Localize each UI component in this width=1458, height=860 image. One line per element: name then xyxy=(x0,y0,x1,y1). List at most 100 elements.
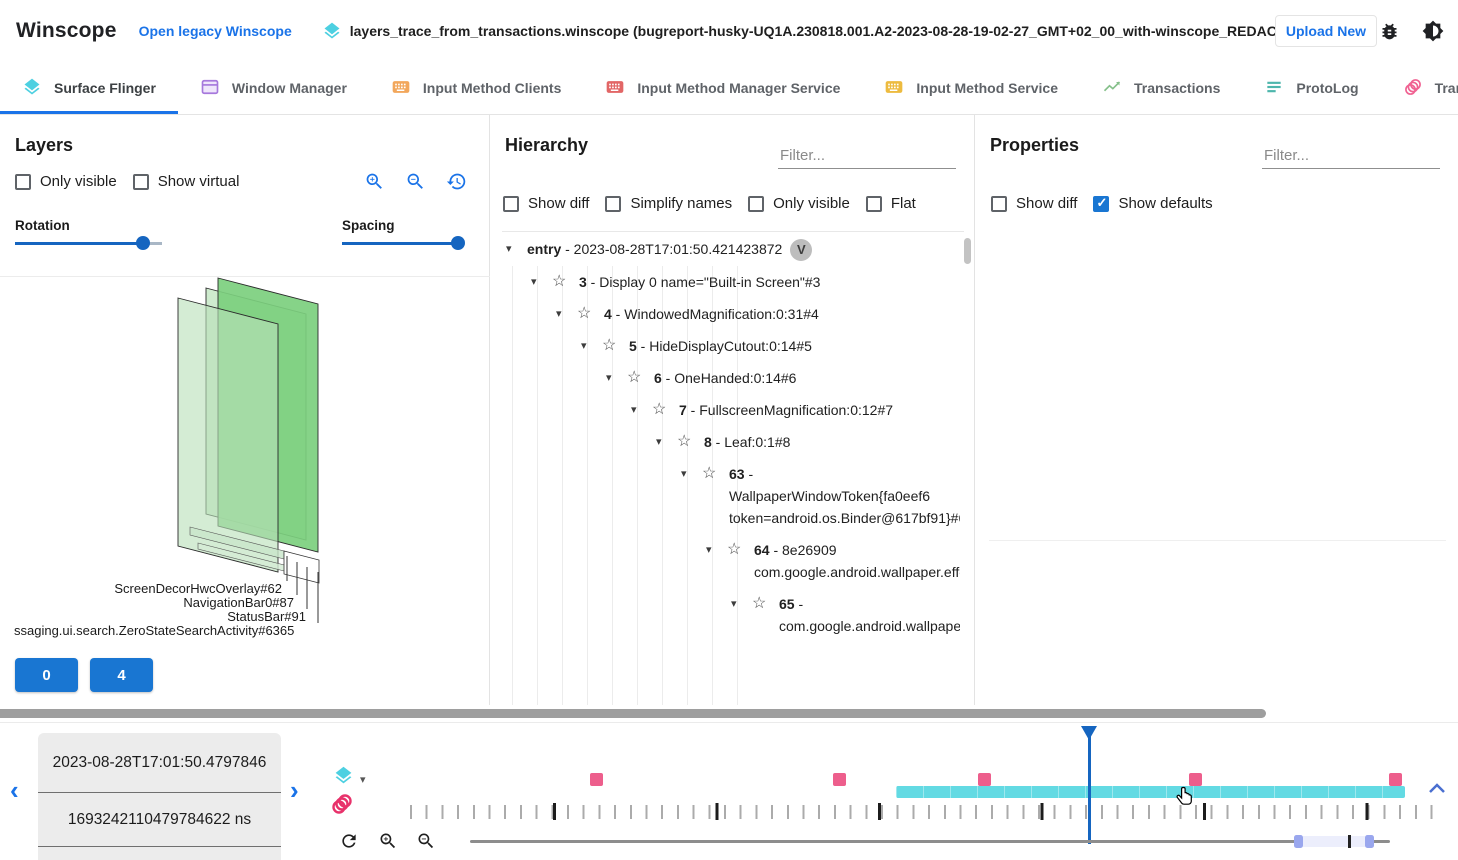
transition-marker[interactable] xyxy=(833,773,846,786)
tab-input-method-manager-service[interactable]: Input Method Manager Service xyxy=(583,62,862,114)
pin-star-icon[interactable] xyxy=(552,271,579,293)
show-diff-checkbox[interactable]: Show diff xyxy=(991,195,1077,212)
tree-row[interactable]: 65 - com.google.android.wallpaper.effect… xyxy=(727,588,960,642)
only-visible-checkbox[interactable]: Only visible xyxy=(15,173,117,190)
collapse-caret-icon[interactable] xyxy=(552,303,577,325)
divider xyxy=(0,722,1458,723)
trace-coverage-bar[interactable] xyxy=(896,786,1405,798)
tree-row[interactable]: 63 - WallpaperWindowToken{fa0eef6 token=… xyxy=(677,458,960,534)
next-entry-button[interactable] xyxy=(290,777,299,803)
show-virtual-checkbox[interactable]: Show virtual xyxy=(133,173,240,190)
transition-marker[interactable] xyxy=(590,773,603,786)
simplify-names-checkbox[interactable]: Simplify names xyxy=(605,195,732,212)
spacing-slider[interactable] xyxy=(342,236,465,250)
only-visible-checkbox[interactable]: Only visible xyxy=(748,195,850,212)
pin-star-icon[interactable] xyxy=(752,593,779,615)
dark-mode-toggle-icon[interactable] xyxy=(1422,20,1444,42)
tree-row[interactable]: 6 - OneHanded:0:14#6 xyxy=(602,362,960,394)
collapse-caret-icon[interactable] xyxy=(727,593,752,615)
tree-node-text: 65 - com.google.android.wallpaper.effect… xyxy=(779,593,960,637)
pin-star-icon[interactable] xyxy=(702,463,729,485)
transition-marker[interactable] xyxy=(978,773,991,786)
timeline-cursor-head[interactable] xyxy=(1081,726,1097,740)
refresh-icon[interactable] xyxy=(339,831,359,856)
timestamp-ns-input[interactable]: 1693242110479784622 ns xyxy=(38,793,281,847)
layer-id-button-4[interactable]: 4 xyxy=(90,658,153,692)
checkbox-label: Show diff xyxy=(1016,195,1077,212)
zoom-in-icon[interactable] xyxy=(364,171,385,197)
checkbox-label: Show defaults xyxy=(1118,195,1212,212)
collapse-caret-icon[interactable] xyxy=(627,399,652,421)
properties-filter-input[interactable] xyxy=(1262,143,1440,169)
slider-thumb[interactable] xyxy=(451,236,465,250)
rotation-slider[interactable] xyxy=(15,236,162,250)
collapse-caret-icon[interactable] xyxy=(652,431,677,453)
checkbox-label: Simplify names xyxy=(630,195,732,212)
checkbox-box xyxy=(991,196,1007,212)
layer-id-button-0[interactable]: 0 xyxy=(15,658,78,692)
tree-row[interactable]: 4 - WindowedMagnification:0:31#4 xyxy=(552,298,960,330)
active-trace-selector[interactable] xyxy=(333,765,366,791)
tree-row[interactable]: 7 - FullscreenMagnification:0:12#7 xyxy=(627,394,960,426)
tree-row[interactable]: 64 - 8e26909 com.google.android.wallpape… xyxy=(702,534,960,588)
prev-entry-button[interactable] xyxy=(10,777,19,803)
tab-input-method-clients[interactable]: Input Method Clients xyxy=(369,62,583,114)
checkbox-box xyxy=(866,196,882,212)
collapse-caret-icon[interactable] xyxy=(502,238,527,260)
tree-row[interactable]: 3 - Display 0 name="Built-in Screen"#3 xyxy=(527,266,960,298)
tree-row[interactable]: 8 - Leaf:0:1#8 xyxy=(652,426,960,458)
slider-thumb[interactable] xyxy=(136,236,150,250)
pin-star-icon[interactable] xyxy=(577,303,604,325)
collapse-caret-icon[interactable] xyxy=(602,367,627,389)
collapse-timeline-icon[interactable] xyxy=(1428,781,1446,799)
transitions-trace-icon[interactable] xyxy=(330,792,354,821)
hierarchy-panel-title: Hierarchy xyxy=(505,135,588,156)
pin-star-icon[interactable] xyxy=(627,367,654,389)
open-legacy-link[interactable]: Open legacy Winscope xyxy=(139,23,292,39)
pin-star-icon[interactable] xyxy=(677,431,704,453)
show-defaults-checkbox[interactable]: Show defaults xyxy=(1093,195,1212,212)
tab-surface-flinger[interactable]: Surface Flinger xyxy=(0,62,178,114)
tree-node-text: 5 - HideDisplayCutout:0:14#5 xyxy=(629,335,812,357)
bug-report-icon[interactable] xyxy=(1379,21,1400,42)
horizontal-scrollbar[interactable] xyxy=(0,709,1266,718)
tree-row-entry[interactable]: entry - 2023-08-28T17:01:50.421423872V xyxy=(502,233,960,266)
timeline-minimap-track[interactable] xyxy=(470,840,1390,843)
collapse-caret-icon[interactable] xyxy=(677,463,702,485)
divider xyxy=(989,540,1446,541)
tab-transactions[interactable]: Transactions xyxy=(1080,62,1242,114)
show-diff-checkbox[interactable]: Show diff xyxy=(503,195,589,212)
tab-window-manager[interactable]: Window Manager xyxy=(178,62,369,114)
v-chip: V xyxy=(790,239,812,261)
zoom-out-icon[interactable] xyxy=(405,171,426,197)
hierarchy-scrollbar[interactable] xyxy=(964,238,971,264)
pin-star-icon[interactable] xyxy=(652,399,679,421)
hierarchy-filter-input[interactable] xyxy=(778,143,956,169)
tab-input-method-service[interactable]: Input Method Service xyxy=(862,62,1080,114)
timeline-zoom-out-icon[interactable] xyxy=(416,831,436,856)
tab-transitions[interactable]: Transitions xyxy=(1381,62,1458,114)
pin-star-icon[interactable] xyxy=(727,539,754,561)
minimap-right-handle[interactable] xyxy=(1365,835,1374,848)
pin-star-icon[interactable] xyxy=(602,335,629,357)
timestamp-human-input[interactable]: 2023-08-28T17:01:50.4797846 xyxy=(38,733,281,793)
tree-row[interactable]: 5 - HideDisplayCutout:0:14#5 xyxy=(577,330,960,362)
tab-protolog[interactable]: ProtoLog xyxy=(1242,62,1380,114)
minimap-cursor-tick xyxy=(1348,835,1351,848)
restore-view-icon[interactable] xyxy=(446,171,467,197)
layer-label: ScreenDecorHwcOverlay#62 xyxy=(114,581,282,596)
checkbox-label: Show diff xyxy=(528,195,589,212)
collapse-caret-icon[interactable] xyxy=(577,335,602,357)
minimap-left-handle[interactable] xyxy=(1294,835,1303,848)
layer-rect-thin[interactable] xyxy=(284,551,319,583)
list-lines-icon xyxy=(1264,77,1284,100)
tree-node-text: 4 - WindowedMagnification:0:31#4 xyxy=(604,303,819,325)
transition-marker[interactable] xyxy=(1389,773,1402,786)
collapse-caret-icon[interactable] xyxy=(527,271,552,293)
timeline-zoom-in-icon[interactable] xyxy=(378,831,398,856)
upload-new-button[interactable]: Upload New xyxy=(1275,15,1377,47)
timeline-cursor-line[interactable] xyxy=(1088,726,1091,844)
minimap-selection-range[interactable] xyxy=(1303,836,1365,847)
collapse-caret-icon[interactable] xyxy=(702,539,727,561)
flat-checkbox[interactable]: Flat xyxy=(866,195,916,212)
